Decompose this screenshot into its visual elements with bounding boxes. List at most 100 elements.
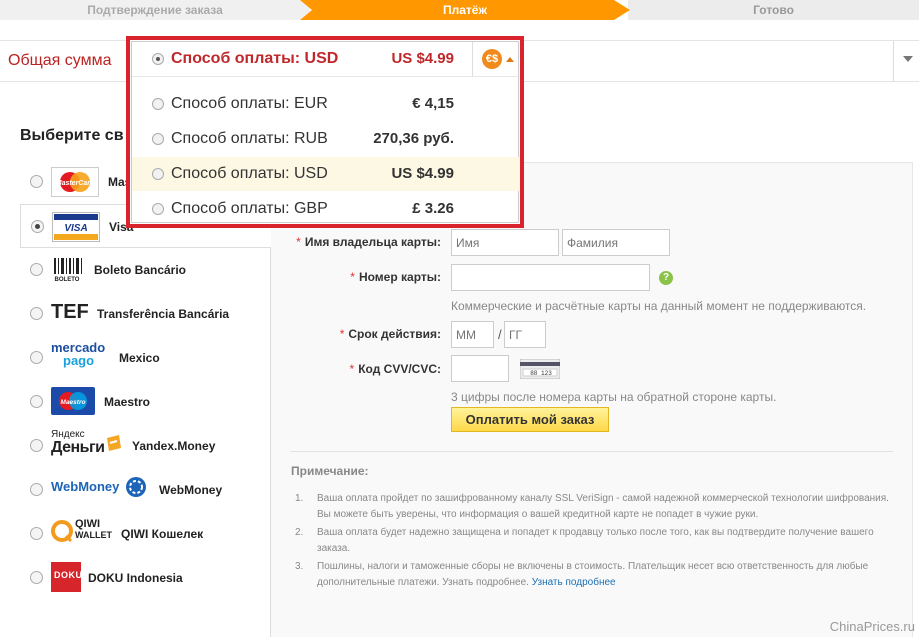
- expiry-month-input[interactable]: [451, 321, 494, 348]
- expiry-label: * Срок действия:: [339, 327, 441, 341]
- webmoney-icon: WebMoney: [51, 477, 151, 509]
- card-form-panel: *Имя владельца карты: *Номер карты: ? Ко…: [271, 162, 913, 637]
- chevron-down-icon[interactable]: [903, 56, 913, 62]
- note-title: Примечание:: [291, 464, 369, 478]
- note-divider: [290, 451, 893, 452]
- currency-option-amount: US $4.99: [391, 165, 454, 182]
- currency-option-label: Способ оплаты: GBP: [171, 200, 328, 217]
- method-name: WebMoney: [159, 483, 223, 497]
- currency-radio[interactable]: [152, 98, 164, 110]
- first-name-input[interactable]: [451, 229, 559, 256]
- help-icon[interactable]: ?: [659, 271, 673, 285]
- option-divider: [132, 76, 520, 77]
- currency-radio[interactable]: [152, 203, 164, 215]
- payment-method-mercadopago[interactable]: mercado pago Mexico: [20, 336, 271, 380]
- currency-option-usd-selected[interactable]: Способ оплаты: USD US $4.99 €$: [132, 42, 520, 76]
- payment-method-webmoney[interactable]: WebMoney WebMoney: [20, 468, 271, 512]
- visa-icon: VISA: [52, 212, 100, 242]
- method-radio[interactable]: [30, 395, 43, 408]
- currency-option-amount: £ 3.26: [412, 200, 454, 217]
- payment-method-doku[interactable]: DOKU DOKU Indonesia: [20, 556, 271, 600]
- order-total-label: Общая сумма: [8, 52, 112, 69]
- last-name-input[interactable]: [562, 229, 670, 256]
- pay-order-button[interactable]: Оплатить мой заказ: [451, 407, 609, 432]
- site-watermark: ChinaPrices.ru: [829, 619, 915, 634]
- cvv-hint: 3 цифры после номера карты на обратной с…: [451, 390, 777, 404]
- holder-name-label: * Имя владельца карты:: [296, 235, 441, 249]
- method-radio[interactable]: [30, 571, 43, 584]
- currency-option-amount: 270,36 руб.: [373, 130, 454, 147]
- method-radio[interactable]: [30, 263, 43, 276]
- cvv-label: * Код CVV/CVC:: [349, 362, 441, 376]
- learn-more-link[interactable]: Узнать подробнее: [532, 577, 616, 588]
- svg-text:VISA: VISA: [64, 223, 87, 234]
- note-list: 1. Ваша оплата пройдет по зашифрованному …: [295, 491, 895, 593]
- doku-icon: DOKU: [51, 562, 82, 592]
- method-name: QIWI Кошелек: [121, 527, 204, 541]
- chevron-up-icon: [506, 57, 514, 62]
- svg-text:MasterCard: MasterCard: [56, 180, 95, 187]
- method-name: Mexico: [119, 351, 160, 365]
- method-radio[interactable]: [30, 351, 43, 364]
- total-divider: [893, 41, 894, 81]
- payment-method-boleto[interactable]: BOLETO Boleto Bancário: [20, 248, 271, 292]
- method-radio-checked[interactable]: [31, 220, 44, 233]
- method-name: Transferência Bancária: [97, 307, 230, 321]
- mastercard-icon: MasterCard: [51, 167, 99, 197]
- method-radio[interactable]: [30, 483, 43, 496]
- currency-option-amount: US $4.99: [391, 50, 454, 67]
- note-item: 2. Ваша оплата будет надежно защищена и п…: [295, 527, 874, 554]
- card-number-hint: Коммерческие и расчётные карты на данный…: [451, 299, 867, 313]
- currency-option-usd[interactable]: Способ оплаты: USD US $4.99: [132, 157, 520, 191]
- method-name: Maestro: [104, 395, 151, 409]
- currency-option-eur[interactable]: Способ оплаты: EUR € 4,15: [132, 87, 520, 121]
- currency-option-gbp[interactable]: Способ оплаты: GBP £ 3.26: [132, 192, 520, 226]
- qiwi-icon: QIWI WALLET: [51, 518, 115, 548]
- expiry-year-input[interactable]: [504, 321, 546, 348]
- checkout-steps: Подтверждение заказа Готово Платёж: [0, 0, 919, 20]
- payment-method-tef[interactable]: TEF Transferência Bancária: [20, 292, 271, 336]
- method-radio[interactable]: [30, 175, 43, 188]
- currency-toggle[interactable]: €$: [472, 42, 520, 76]
- step-payment-active: Платёж: [300, 0, 630, 20]
- note-item: 1. Ваша оплата пройдет по зашифрованному …: [295, 493, 889, 520]
- currency-option-label: Способ оплаты: RUB: [171, 130, 328, 147]
- currency-options: Способ оплаты: USD US $4.99 €$ Способ оп…: [131, 41, 520, 226]
- tef-icon: TEF: [51, 301, 89, 323]
- yandex-money-icon: Яндекс Деньги: [51, 428, 125, 458]
- expiry-separator: /: [498, 327, 502, 342]
- svg-text:BOLETO: BOLETO: [55, 277, 80, 283]
- step-done: Готово: [628, 0, 919, 20]
- card-number-label: * Номер карты:: [350, 270, 441, 284]
- payment-method-maestro[interactable]: Maestro Maestro: [20, 380, 271, 424]
- currency-dropdown: Способ оплаты: USD US $4.99 €$ Способ оп…: [126, 36, 524, 228]
- maestro-icon: Maestro: [51, 387, 99, 417]
- choose-method-title: Выберите св: [20, 127, 124, 144]
- svg-text:88 123: 88 123: [530, 370, 552, 377]
- currency-radio-checked[interactable]: [152, 53, 164, 65]
- card-back-cvv-icon: 88 123: [519, 358, 561, 380]
- currency-option-amount: € 4,15: [412, 95, 454, 112]
- method-name: Yandex.Money: [132, 439, 216, 453]
- step-confirm-order: Подтверждение заказа: [0, 0, 310, 20]
- svg-text:Maestro: Maestro: [61, 399, 86, 406]
- mercadopago-icon: mercado pago: [51, 340, 106, 368]
- currency-option-label: Способ оплаты: USD: [171, 50, 339, 67]
- currency-option-rub[interactable]: Способ оплаты: RUB 270,36 руб.: [132, 122, 520, 156]
- currency-option-label: Способ оплаты: USD: [171, 165, 328, 182]
- currency-coin-icon: €$: [482, 49, 502, 69]
- currency-option-label: Способ оплаты: EUR: [171, 95, 328, 112]
- payment-method-qiwi[interactable]: QIWI WALLET QIWI Кошелек: [20, 512, 271, 556]
- currency-radio[interactable]: [152, 168, 164, 180]
- note-item: 3. Пошлины, налоги и таможенные сборы не …: [295, 561, 869, 588]
- method-radio[interactable]: [30, 527, 43, 540]
- currency-radio[interactable]: [152, 133, 164, 145]
- method-name: DOKU Indonesia: [88, 571, 183, 585]
- boleto-icon: BOLETO: [51, 255, 99, 285]
- method-name: Boleto Bancário: [94, 263, 187, 277]
- method-radio[interactable]: [30, 439, 43, 452]
- payment-method-yandex-money[interactable]: Яндекс Деньги Yandex.Money: [20, 424, 271, 468]
- card-number-input[interactable]: [451, 264, 650, 291]
- cvv-input[interactable]: [451, 355, 509, 382]
- method-radio[interactable]: [30, 307, 43, 320]
